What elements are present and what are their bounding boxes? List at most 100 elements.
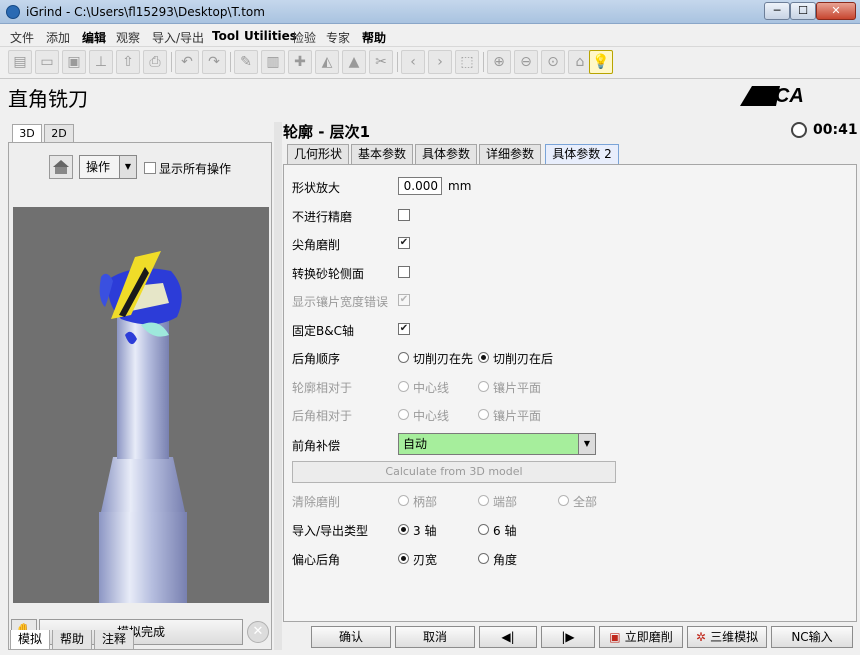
clearance-order-radio-1[interactable] (398, 352, 409, 363)
clear-grind-opt3: 全部 (573, 495, 598, 509)
show-insert-error-checkbox[interactable]: ✔ (398, 294, 410, 306)
tab-geometry[interactable]: 几何形状 (287, 144, 349, 164)
zoom-in-icon[interactable]: ⊕ (487, 50, 511, 74)
3d-viewport[interactable] (13, 207, 269, 603)
tool-icon[interactable]: ▲ (342, 50, 366, 74)
3d-simulate-button[interactable]: ✲ 三维模拟 (687, 626, 767, 648)
no-finish-checkbox[interactable] (398, 209, 410, 221)
eccentric-opt1: 刃宽 (413, 553, 438, 567)
chevron-down-icon[interactable]: ▼ (578, 433, 596, 455)
clearance-order-radio-2[interactable] (478, 352, 489, 363)
home-view-button[interactable] (49, 155, 73, 179)
save-icon[interactable]: ▣ (62, 50, 86, 74)
tab-3d[interactable]: 3D (12, 124, 42, 142)
menu-edit[interactable]: 编辑 (82, 29, 106, 46)
fix-bc-axis-checkbox[interactable]: ✔ (398, 323, 410, 335)
profile-relative-opt1: 中心线 (413, 381, 450, 395)
confirm-button[interactable]: 确认 (311, 626, 391, 648)
menu-add[interactable]: 添加 (46, 29, 70, 46)
clear-grind-label: 清除磨削 (292, 495, 341, 509)
eccentric-radio-2[interactable] (478, 553, 489, 564)
arrow-right-icon[interactable]: › (428, 50, 452, 74)
edit-icon[interactable]: ✎ (234, 50, 258, 74)
calculate-3d-button[interactable]: Calculate from 3D model (292, 461, 616, 483)
stop-icon[interactable]: ✕ (247, 621, 269, 643)
clearance-relative-opt2: 镶片平面 (493, 409, 542, 423)
clearance-relative-radio-2[interactable] (478, 409, 489, 420)
menu-file[interactable]: 文件 (10, 29, 34, 46)
stopwatch-icon (791, 122, 807, 138)
undo-icon[interactable]: ↶ (175, 50, 199, 74)
menu-view[interactable]: 观察 (116, 29, 140, 46)
grind-icon: ▣ (609, 630, 625, 644)
io-type-label: 导入/导出类型 (292, 524, 369, 538)
clear-grind-radio-2[interactable] (478, 495, 489, 506)
upload-icon[interactable]: ⇧ (116, 50, 140, 74)
tab-notes[interactable]: 注释 (94, 630, 134, 650)
menu-utilities[interactable]: Utilities (244, 29, 297, 43)
tab-simulate[interactable]: 模拟 (10, 630, 50, 650)
profile-relative-radio-2[interactable] (478, 381, 489, 392)
menu-inspect[interactable]: 检验 (292, 29, 316, 46)
brush-icon[interactable]: ⊥ (89, 50, 113, 74)
tab-help[interactable]: 帮助 (52, 630, 92, 650)
tab-specific-params-2[interactable]: 具体参数 2 (545, 144, 619, 164)
clear-grind-radio-1[interactable] (398, 495, 409, 506)
app-icon (6, 5, 20, 19)
close-button[interactable]: ✕ (816, 2, 856, 20)
scale-input[interactable]: 0.000 (398, 177, 442, 195)
hint-bulb-icon[interactable]: 💡 (589, 50, 613, 74)
tab-detail-params[interactable]: 详细参数 (479, 144, 541, 164)
menu-expert[interactable]: 专家 (326, 29, 350, 46)
delete-icon[interactable]: ▥ (261, 50, 285, 74)
clearance-relative-radio-1[interactable] (398, 409, 409, 420)
params-form: 形状放大 0.000 mm 不进行精磨 尖角磨削 ✔ 转换砂轮侧面 显示镶片宽度… (283, 164, 857, 622)
menu-help[interactable]: 帮助 (362, 29, 386, 46)
wheel-icon[interactable]: ◭ (315, 50, 339, 74)
scale-unit: mm (448, 179, 472, 193)
window-title: iGrind - C:\Users\fl15293\Desktop\T.tom (26, 5, 265, 19)
rake-comp-label: 前角补偿 (292, 439, 341, 453)
show-insert-error-label: 显示镶片宽度错误 (292, 295, 389, 309)
grind-now-button[interactable]: ▣ 立即磨削 (599, 626, 683, 648)
menu-import-export[interactable]: 导入/导出 (152, 29, 204, 46)
tab-basic-params[interactable]: 基本参数 (351, 144, 413, 164)
new-file-icon[interactable]: ▤ (8, 50, 32, 74)
minimize-button[interactable]: ─ (764, 2, 790, 20)
maximize-button[interactable]: ☐ (790, 2, 816, 20)
io-type-opt2: 6 轴 (493, 524, 517, 538)
io-type-opt1: 3 轴 (413, 524, 437, 538)
menu-tool[interactable]: Tool (212, 29, 239, 43)
corner-grind-checkbox[interactable]: ✔ (398, 237, 410, 249)
zoom-out-icon[interactable]: ⊖ (514, 50, 538, 74)
switch-wheel-label: 转换砂轮侧面 (292, 267, 365, 281)
select-box-icon[interactable]: ⬚ (455, 50, 479, 74)
redo-icon[interactable]: ↷ (202, 50, 226, 74)
tab-specific-params[interactable]: 具体参数 (415, 144, 477, 164)
io-type-radio-2[interactable] (478, 524, 489, 535)
switch-wheel-checkbox[interactable] (398, 266, 410, 278)
eccentric-radio-1[interactable] (398, 553, 409, 564)
title-bar: iGrind - C:\Users\fl15293\Desktop\T.tom … (0, 0, 860, 24)
open-folder-icon[interactable]: ▭ (35, 50, 59, 74)
print-icon[interactable]: ⎙ (143, 50, 167, 74)
view-frame: 操作 ▼ 显示所有操作 模拟完成 ✕ (8, 142, 272, 650)
add-icon[interactable]: ✚ (288, 50, 312, 74)
nc-input-button[interactable]: NC输入 (771, 626, 853, 648)
next-button[interactable]: |▶ (541, 626, 595, 648)
zoom-fit-icon[interactable]: ⊙ (541, 50, 565, 74)
clearance-relative-label: 后角相对于 (292, 409, 353, 423)
panel-splitter[interactable] (274, 122, 282, 650)
profile-relative-radio-1[interactable] (398, 381, 409, 392)
rake-comp-select[interactable]: 自动 (398, 433, 596, 455)
profile-relative-label: 轮廓相对于 (292, 381, 353, 395)
io-type-radio-1[interactable] (398, 524, 409, 535)
clear-grind-radio-3[interactable] (558, 495, 569, 506)
previous-button[interactable]: ◀| (479, 626, 537, 648)
cancel-button[interactable]: 取消 (395, 626, 475, 648)
tab-2d[interactable]: 2D (44, 124, 74, 142)
cut-icon[interactable]: ✂ (369, 50, 393, 74)
arrow-left-icon[interactable]: ‹ (401, 50, 425, 74)
chevron-down-icon[interactable]: ▼ (119, 155, 137, 179)
show-all-checkbox[interactable] (144, 162, 156, 174)
